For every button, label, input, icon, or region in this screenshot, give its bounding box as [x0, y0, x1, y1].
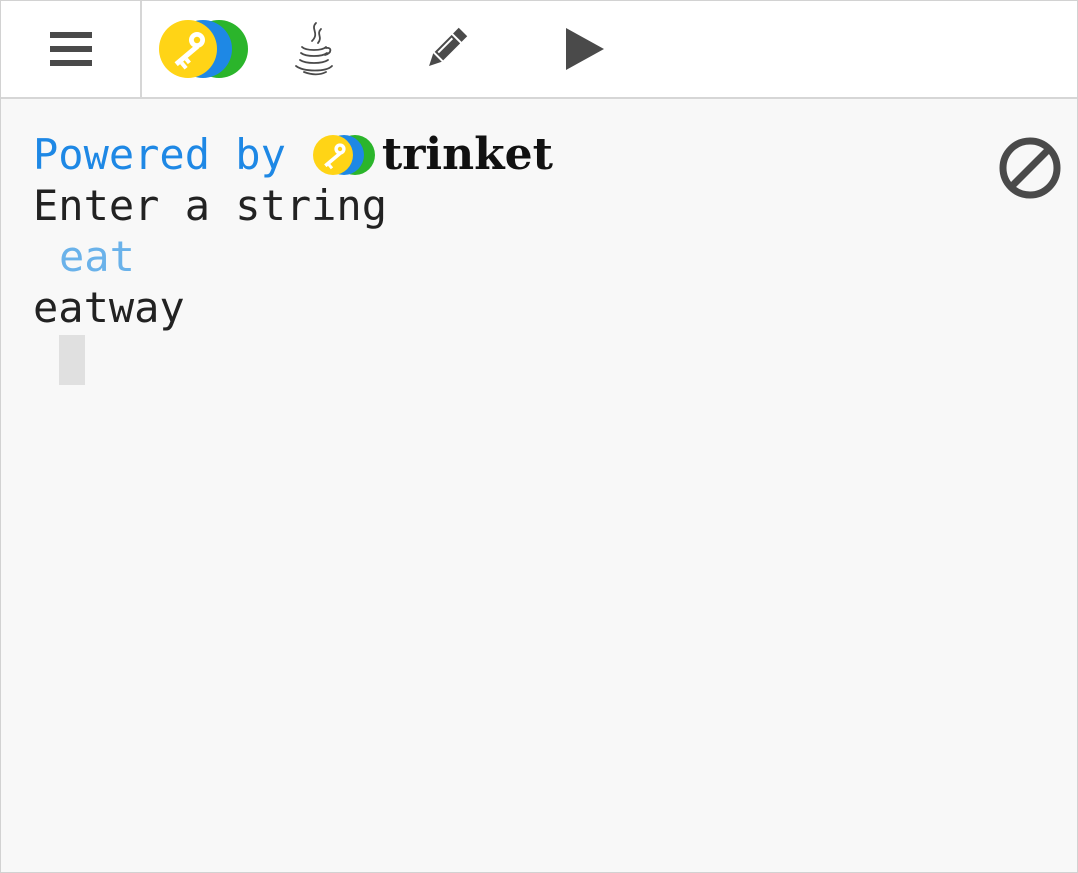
powered-by-line[interactable]: Powered by trinket	[33, 129, 553, 180]
trinket-logo-icon	[159, 20, 248, 78]
trinket-embed: Powered by trinket Enter a string eat ea…	[0, 0, 1078, 873]
toolbar	[1, 1, 1077, 99]
run-button[interactable]	[551, 1, 617, 97]
console-output[interactable]: Powered by trinket Enter a string eat ea…	[1, 99, 1077, 872]
user-input-text: eat	[59, 232, 135, 281]
trinket-logo-button[interactable]	[155, 1, 251, 97]
prompt-text: Enter a string	[33, 181, 388, 230]
powered-by-text: Powered by	[33, 130, 286, 179]
java-icon	[295, 22, 333, 76]
language-button[interactable]	[283, 1, 345, 97]
pencil-icon	[429, 27, 468, 66]
input-cursor[interactable]	[59, 335, 85, 385]
trinket-badge: trinket	[312, 129, 553, 180]
hamburger-menu-icon	[49, 32, 92, 66]
program-output-text: eatway	[33, 283, 185, 332]
edit-button[interactable]	[413, 1, 479, 97]
trinket-logo-icon	[312, 134, 375, 175]
stop-icon	[999, 137, 1061, 199]
stop-button[interactable]	[997, 135, 1063, 201]
trinket-brand-text: trinket	[381, 129, 553, 180]
play-icon	[566, 28, 604, 70]
menu-button[interactable]	[1, 1, 142, 97]
